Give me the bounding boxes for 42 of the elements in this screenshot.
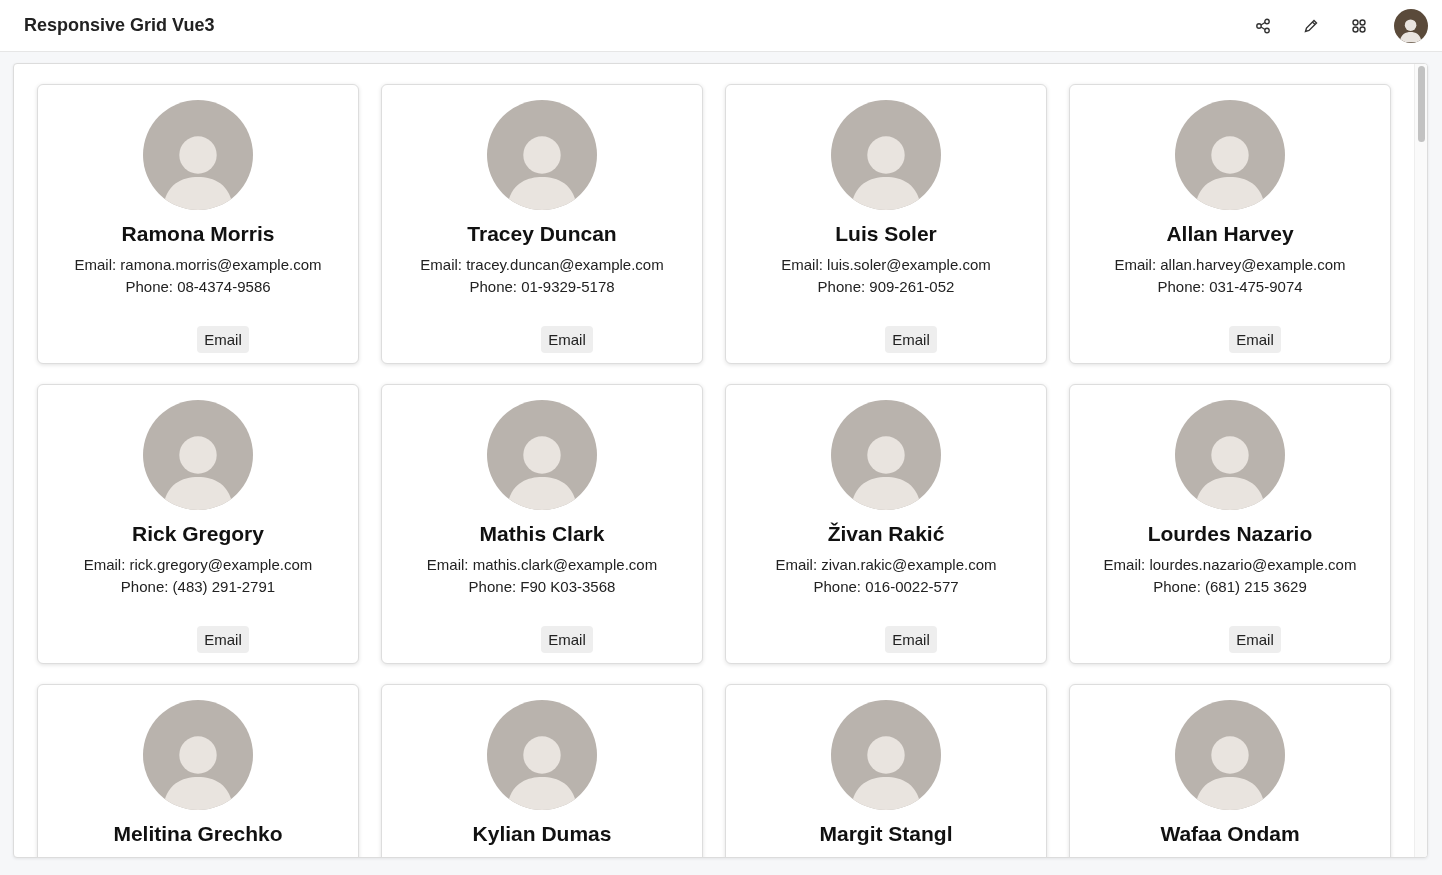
contact-name: Tracey Duncan bbox=[467, 222, 617, 246]
contact-email: Email: rick.gregory@example.com bbox=[83, 555, 313, 575]
contact-email: Email: zivan.rakic@example.com bbox=[775, 555, 997, 575]
contact-name: Kylian Dumas bbox=[472, 822, 612, 846]
email-button[interactable]: Email bbox=[541, 326, 593, 353]
command-icon bbox=[1351, 17, 1367, 34]
contact-name: Allan Harvey bbox=[1166, 222, 1294, 246]
contact-phone: Phone: 031-475-9074 bbox=[1157, 277, 1303, 297]
email-button[interactable]: Email bbox=[197, 326, 249, 353]
share-icon bbox=[1255, 17, 1271, 34]
email-button[interactable]: Email bbox=[541, 626, 593, 653]
contact-email: Email: ramona.morris@example.com bbox=[74, 255, 322, 275]
contact-phone: Phone: (483) 291-2791 bbox=[120, 577, 276, 597]
email-button[interactable]: Email bbox=[1229, 626, 1281, 653]
contact-email: Email: allan.harvey@example.com bbox=[1114, 255, 1346, 275]
contact-phone: Phone: 909-261-052 bbox=[817, 277, 955, 297]
contact-name: Rick Gregory bbox=[132, 522, 264, 546]
contact-phone: Phone: 01-9329-5178 bbox=[469, 277, 615, 297]
email-button[interactable]: Email bbox=[885, 626, 937, 653]
contact-name: Mathis Clark bbox=[479, 522, 605, 546]
user-avatar[interactable] bbox=[1394, 8, 1428, 43]
contact-name: Ramona Morris bbox=[121, 222, 275, 246]
contact-name: Melitina Grechko bbox=[113, 822, 283, 846]
contact-name: Živan Rakić bbox=[827, 522, 945, 546]
contact-name: Luis Soler bbox=[835, 222, 937, 246]
email-button[interactable]: Email bbox=[1229, 326, 1281, 353]
contact-phone: Phone: (681) 215 3629 bbox=[1153, 577, 1307, 597]
contact-name: Lourdes Nazario bbox=[1147, 522, 1313, 546]
contact-name: Wafaa Ondam bbox=[1160, 822, 1300, 846]
scrollbar-thumb[interactable] bbox=[1417, 66, 1425, 142]
email-button[interactable]: Email bbox=[885, 326, 937, 353]
contact-email: Email: tracey.duncan@example.com bbox=[420, 255, 664, 275]
pencil-icon bbox=[1303, 17, 1319, 34]
contact-phone: Phone: 016-0022-577 bbox=[813, 577, 959, 597]
contact-name: Margit Stangl bbox=[819, 822, 953, 846]
contact-phone: Phone: F90 K03-3568 bbox=[468, 577, 616, 597]
contact-email: Email: luis.soler@example.com bbox=[781, 255, 991, 275]
contact-email: Email: lourdes.nazario@example.com bbox=[1103, 555, 1357, 575]
app-title: Responsive Grid Vue3 bbox=[24, 15, 215, 36]
contact-phone: Phone: 08-4374-9586 bbox=[125, 277, 271, 297]
email-button[interactable]: Email bbox=[197, 626, 249, 653]
contact-email: Email: mathis.clark@example.com bbox=[426, 555, 658, 575]
